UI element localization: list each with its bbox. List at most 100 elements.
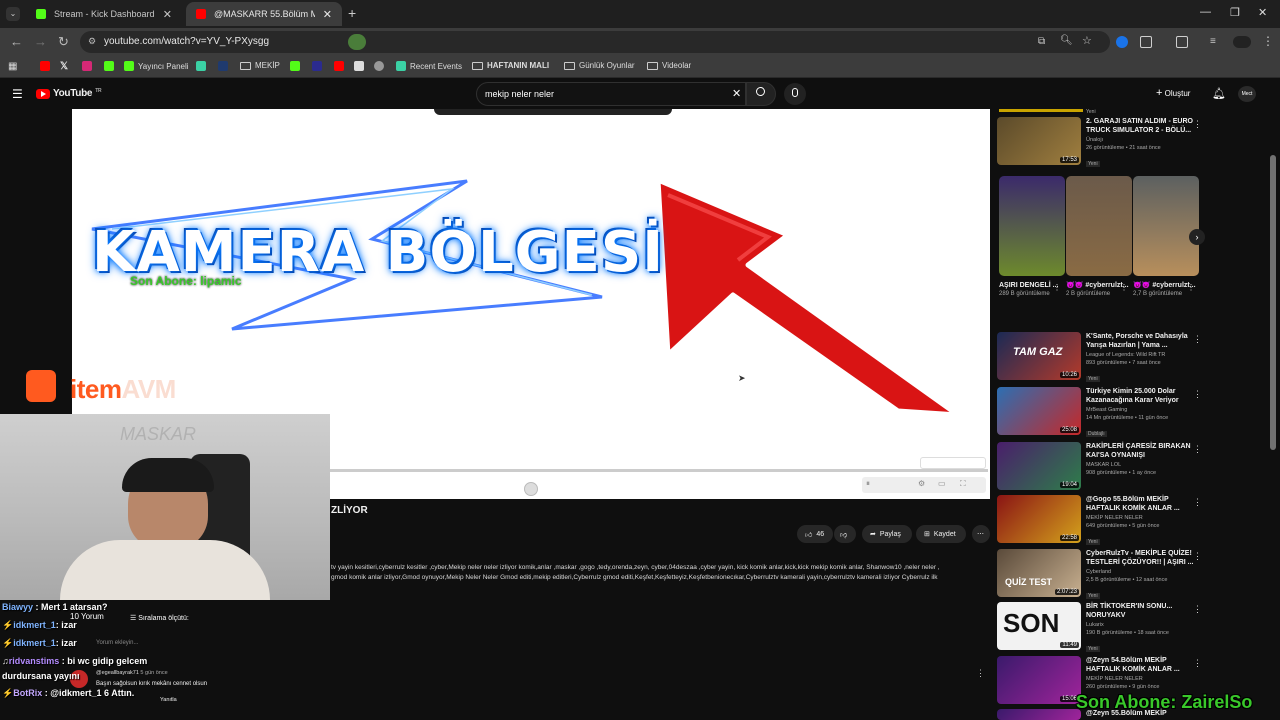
bookmark-youtube[interactable] bbox=[40, 61, 50, 71]
video-thumbnail[interactable]: 15:06 bbox=[997, 656, 1081, 704]
video-title[interactable]: 2. GARAJI SATIN ALDIM - EURO TRUCK SIMUL… bbox=[1086, 117, 1196, 135]
close-icon[interactable]: ✕ bbox=[163, 8, 172, 21]
miniplayer-icon[interactable]: ▭ bbox=[938, 479, 946, 488]
kebab-icon[interactable]: ⋮ bbox=[1187, 283, 1195, 292]
video-title[interactable]: CyberRulzTv - MEKİPLE QUİZE! TESTLERİ ÇÖ… bbox=[1086, 549, 1196, 567]
kebab-icon[interactable]: ⋮ bbox=[1193, 604, 1202, 615]
shorts-next-button[interactable]: › bbox=[1189, 229, 1205, 245]
youtube-logo[interactable]: YouTube TR bbox=[36, 88, 102, 99]
bookmark-yayinci-paneli[interactable]: Yayıncı Paneli bbox=[124, 61, 189, 71]
account-avatar[interactable]: Mect bbox=[1238, 86, 1256, 102]
new-tab-button[interactable]: + bbox=[348, 5, 356, 21]
dislike-button[interactable]: 👎︎ bbox=[834, 525, 856, 543]
video-description[interactable]: tv yayin kesitleri,cyberrulz kesitler ,c… bbox=[331, 563, 981, 583]
recommended-video[interactable]: QUİZ TEST 2:07:23 CyberRulzTv - MEKİPLE Q… bbox=[997, 549, 1207, 599]
minimize-button[interactable]: — bbox=[1200, 6, 1211, 18]
recommended-video[interactable]: 25:08 Türkiye Kimin 25.000 Dolar Kazanac… bbox=[997, 387, 1207, 437]
channel-name[interactable]: Lukarix bbox=[1086, 621, 1196, 629]
kebab-icon[interactable]: ⋮ bbox=[1193, 497, 1202, 508]
channel-name[interactable]: League of Legends: Wild Rift TR bbox=[1086, 351, 1196, 359]
search-input[interactable]: mekip neler neler ✕ bbox=[476, 82, 746, 106]
player-mini-controls[interactable] bbox=[920, 457, 986, 469]
kebab-icon[interactable]: ⋮ bbox=[1053, 283, 1061, 292]
sort-comments-button[interactable]: ☰ Sıralama ölçütü: bbox=[130, 614, 189, 622]
reload-button[interactable]: ↻ bbox=[58, 34, 69, 50]
bookmark-app[interactable] bbox=[196, 61, 206, 71]
create-button[interactable]: + Oluştur bbox=[1156, 87, 1190, 99]
channel-name[interactable]: MEKİP NELER NELER bbox=[1086, 675, 1196, 683]
bookmark-videolar[interactable]: Videolar bbox=[647, 61, 691, 70]
share-button[interactable]: ➦ Paylaş bbox=[862, 525, 912, 543]
close-icon[interactable]: ✕ bbox=[323, 8, 332, 21]
more-actions-button[interactable]: ⋯ bbox=[972, 525, 990, 543]
video-thumbnail[interactable]: QUİZ TEST 2:07:23 bbox=[997, 549, 1081, 597]
video-thumbnail[interactable]: 25:08 bbox=[997, 387, 1081, 435]
channel-name[interactable]: MASKAR LOL bbox=[1086, 461, 1196, 469]
channel-name[interactable]: MEKİP NELER NELER bbox=[1086, 514, 1196, 522]
video-title[interactable]: RAKİPLERİ ÇARESİZ BIRAKAN KAI'SA OYNANIŞ… bbox=[1086, 442, 1196, 460]
recommended-video[interactable]: SON 11:49 BİR TİKTOKER'IN SONU... NORUYAK… bbox=[997, 602, 1207, 652]
bookmark-star-icon[interactable]: ☆ bbox=[1082, 34, 1092, 47]
comment-kebab-icon[interactable]: ⋮ bbox=[976, 668, 985, 679]
kebab-icon[interactable]: ⋮ bbox=[1193, 389, 1202, 400]
extension-blue-icon[interactable] bbox=[1116, 36, 1128, 48]
tab-youtube-video[interactable]: @MASKARR 55.Bölüm MEKİP H ✕ bbox=[186, 2, 342, 26]
video-thumbnail[interactable] bbox=[997, 709, 1081, 720]
video-thumbnail[interactable]: SON 11:49 bbox=[997, 602, 1081, 650]
channel-name[interactable]: Cyberland bbox=[1086, 568, 1196, 576]
recommended-video[interactable]: TAM GAZ 10:26 K'Sante, Porsche ve Dahasıy… bbox=[997, 332, 1207, 382]
short-thumbnail[interactable] bbox=[999, 176, 1065, 276]
video-title[interactable]: BİR TİKTOKER'IN SONU... NORUYAKV bbox=[1086, 602, 1196, 620]
forward-button[interactable]: → bbox=[34, 34, 47, 49]
video-thumbnail[interactable]: 22:58 bbox=[997, 495, 1081, 543]
recommended-video[interactable]: 19:04 RAKİPLERİ ÇARESİZ BIRAKAN KAI'SA O… bbox=[997, 442, 1207, 492]
bookmark-youtube-2[interactable] bbox=[334, 61, 344, 71]
side-panel-icon[interactable] bbox=[1176, 36, 1188, 48]
kebab-icon[interactable]: ⋮ bbox=[1193, 119, 1202, 130]
site-info-icon[interactable]: ⚙ bbox=[88, 36, 96, 47]
bookmark-kick[interactable] bbox=[104, 61, 114, 71]
reply-button[interactable]: Yanıtla bbox=[160, 697, 177, 703]
recommended-video[interactable]: 17:53 2. GARAJI SATIN ALDIM - EURO TRUCK… bbox=[997, 117, 1207, 167]
clear-search-icon[interactable]: ✕ bbox=[732, 87, 741, 100]
video-title[interactable]: @Gogo 55.Bölüm MEKİP HAFTALIK KOMİK ANLA… bbox=[1086, 495, 1196, 513]
video-title[interactable]: Türkiye Kimin 25.000 Dolar Kazanacağına … bbox=[1086, 387, 1196, 405]
video-title[interactable]: @Zeyn 54.Bölüm MEKİP HAFTALIK KOMİK ANLA… bbox=[1086, 656, 1196, 674]
short-thumbnail[interactable] bbox=[1133, 176, 1199, 276]
video-title[interactable]: K'Sante, Porsche ve Dahasıyla Yarışa Haz… bbox=[1086, 332, 1196, 350]
bookmark-x[interactable]: 𝕏 bbox=[60, 61, 68, 72]
video-thumbnail[interactable]: TAM GAZ 10:26 bbox=[997, 332, 1081, 380]
bookmark-haftanin-mali[interactable]: HAFTANIN MALI bbox=[472, 61, 549, 70]
media-control-icon[interactable]: ≡ bbox=[1210, 36, 1216, 47]
address-bar[interactable]: ⚙ youtube.com/watch?v=YV_Y-PXysgg ⧉ 🔍︎ ☆ bbox=[80, 31, 1110, 53]
apps-grid-icon[interactable]: ▦ bbox=[8, 61, 17, 72]
restore-button[interactable]: ❐ bbox=[1230, 6, 1240, 19]
recommended-video[interactable]: 22:58 @Gogo 55.Bölüm MEKİP HAFTALIK KOMİ… bbox=[997, 495, 1207, 545]
notifications-bell-icon[interactable]: 🔔︎ bbox=[1212, 87, 1226, 100]
hamburger-menu-icon[interactable]: ☰ bbox=[12, 87, 23, 101]
menu-kebab-icon[interactable]: ⋮ bbox=[1262, 34, 1274, 48]
kebab-icon[interactable]: ⋮ bbox=[1193, 551, 1202, 562]
search-button[interactable] bbox=[746, 82, 776, 106]
kebab-icon[interactable]: ⋮ bbox=[1193, 444, 1202, 455]
kebab-icon[interactable]: ⋮ bbox=[1193, 658, 1202, 669]
kebab-icon[interactable]: ⋮ bbox=[1193, 334, 1202, 345]
channel-name[interactable]: Ünalojı bbox=[1086, 136, 1196, 144]
add-comment-input[interactable]: Yorum ekleyin... bbox=[96, 640, 138, 646]
player-controls-bar[interactable]: ⏸ ⚙ ▭ ⛶ bbox=[862, 477, 986, 493]
bookmark-photos[interactable] bbox=[354, 61, 364, 71]
bookmark-mekip[interactable]: MEKİP bbox=[240, 61, 280, 70]
channel-name[interactable]: MrBeast Gaming bbox=[1086, 406, 1196, 414]
video-thumbnail[interactable]: 17:53 bbox=[997, 117, 1081, 165]
zoom-icon[interactable]: 🔍︎ bbox=[1060, 35, 1073, 46]
bookmark-twitch[interactable] bbox=[312, 61, 322, 71]
bookmark-prime[interactable] bbox=[218, 61, 228, 71]
close-window-button[interactable]: ✕ bbox=[1258, 6, 1267, 19]
save-button[interactable]: ⊞ Kaydet bbox=[916, 525, 966, 543]
bookmark-chatgpt[interactable] bbox=[374, 61, 384, 71]
bookmark-recent-events[interactable]: Recent Events bbox=[396, 61, 462, 71]
video-progress-bar[interactable] bbox=[330, 469, 988, 496]
settings-gear-icon[interactable]: ⚙ bbox=[918, 479, 925, 488]
install-app-icon[interactable]: ⧉ bbox=[1038, 36, 1045, 47]
profile-avatar[interactable] bbox=[1233, 36, 1251, 48]
